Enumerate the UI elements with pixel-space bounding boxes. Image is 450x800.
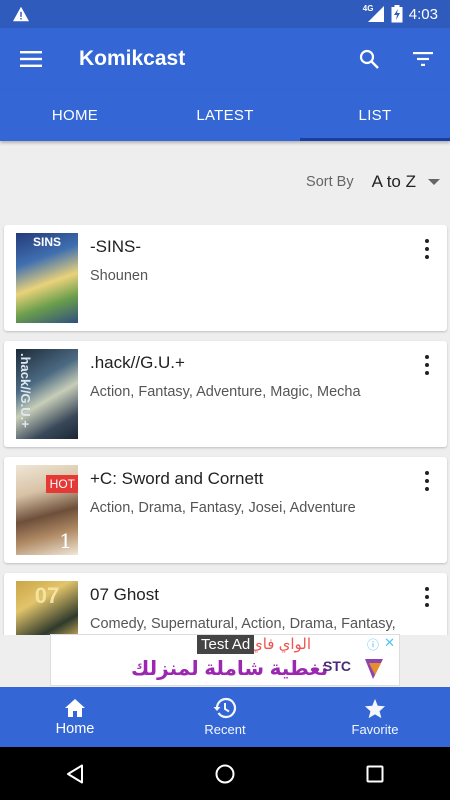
ad-banner[interactable]: الواي فاي Test Ad ⓘ ✕ تغطية شاملة لمنزلك… xyxy=(50,634,400,686)
sort-label: Sort By xyxy=(306,174,354,190)
recents-square-icon xyxy=(366,765,384,782)
comic-genres: Comedy, Supernatural, Action, Drama, Fan… xyxy=(90,616,396,632)
menu-button[interactable] xyxy=(0,28,62,90)
hamburger-icon xyxy=(20,51,42,67)
comic-genres: Action, Fantasy, Adventure, Magic, Mecha xyxy=(90,384,361,400)
nav-recent-label: Recent xyxy=(204,722,246,737)
back-triangle-icon xyxy=(67,764,83,783)
list-item[interactable]: HOT 1 +C: Sword and Cornett Action, Dram… xyxy=(4,457,447,563)
hot-badge: HOT xyxy=(45,475,78,493)
tab-bar: HOME LATEST LIST xyxy=(0,90,450,141)
home-icon xyxy=(65,698,85,717)
dropdown-caret-icon[interactable] xyxy=(428,179,440,185)
search-button[interactable] xyxy=(342,28,396,90)
nav-favorite-label: Favorite xyxy=(351,721,399,737)
warning-icon xyxy=(13,6,29,22)
star-icon xyxy=(364,698,386,718)
more-options-icon[interactable] xyxy=(415,585,439,609)
list-item[interactable]: SINS -SINS- Shounen xyxy=(4,225,447,331)
comic-title: -SINS- xyxy=(90,237,141,256)
system-navigation-bar xyxy=(0,747,450,800)
tab-list[interactable]: LIST xyxy=(300,90,450,141)
ad-close-icon[interactable]: ✕ xyxy=(384,635,395,651)
clock: 4:03 xyxy=(408,5,438,23)
search-icon xyxy=(359,49,379,69)
comic-genres: Action, Drama, Fantasy, Josei, Adventure xyxy=(90,500,356,516)
battery-icon xyxy=(391,5,403,23)
nav-favorite[interactable]: Favorite xyxy=(300,687,450,747)
comic-cover[interactable]: .hack//G.U.+ xyxy=(16,349,78,439)
ad-info-icon[interactable]: ⓘ xyxy=(367,636,379,653)
tab-home[interactable]: HOME xyxy=(0,90,150,141)
comic-title: 07 Ghost xyxy=(90,585,159,604)
network-type: 4G xyxy=(362,4,374,13)
status-bar: 4G 4:03 xyxy=(0,0,450,28)
nav-home[interactable]: Home xyxy=(0,687,150,747)
cover-title-text: 1 xyxy=(59,529,72,553)
comic-title: .hack//G.U.+ xyxy=(90,353,185,372)
filter-icon xyxy=(413,52,433,66)
home-circle-icon xyxy=(215,764,235,783)
comic-genres: Shounen xyxy=(90,268,149,284)
comic-title: +C: Sword and Cornett xyxy=(90,469,264,488)
history-icon xyxy=(213,697,237,719)
bottom-navigation: Home Recent Favorite xyxy=(0,687,450,747)
brand-name: STC xyxy=(323,658,351,674)
comic-cover[interactable]: HOT 1 xyxy=(16,465,78,555)
app-title: Komikcast xyxy=(79,47,186,70)
nav-recent[interactable]: Recent xyxy=(150,687,300,747)
list-item[interactable]: .hack//G.U.+ .hack//G.U.+ Action, Fantas… xyxy=(4,341,447,447)
recents-button[interactable] xyxy=(345,747,405,800)
cover-title-text: .hack//G.U.+ xyxy=(18,353,33,428)
cover-title-text: SINS xyxy=(32,235,61,249)
cover-title-text: 07 xyxy=(34,583,60,608)
more-options-icon[interactable] xyxy=(415,237,439,261)
signal-icon: 4G xyxy=(362,4,385,23)
ad-label: Test Ad xyxy=(197,635,255,654)
app-bar: Komikcast xyxy=(0,28,450,90)
brand-logo: STC xyxy=(323,658,383,679)
filter-button[interactable] xyxy=(396,28,450,90)
back-button[interactable] xyxy=(45,747,105,800)
ad-text: تغطية شاملة لمنزلك xyxy=(131,658,329,680)
comic-cover[interactable]: SINS xyxy=(16,233,78,323)
more-options-icon[interactable] xyxy=(415,353,439,377)
sort-control: Sort By A to Z xyxy=(306,162,440,202)
comic-list: SINS -SINS- Shounen .hack//G.U.+ .hack//… xyxy=(0,225,450,635)
more-options-icon[interactable] xyxy=(415,469,439,493)
list-item[interactable]: 07 07 Ghost Comedy, Supernatural, Action… xyxy=(4,573,447,635)
home-system-button[interactable] xyxy=(195,747,255,800)
ad-headline: الواي فاي xyxy=(251,636,312,653)
comic-cover[interactable]: 07 xyxy=(16,581,78,635)
tab-latest[interactable]: LATEST xyxy=(150,90,300,141)
sort-dropdown[interactable]: A to Z xyxy=(372,172,416,192)
nav-home-label: Home xyxy=(55,720,95,737)
